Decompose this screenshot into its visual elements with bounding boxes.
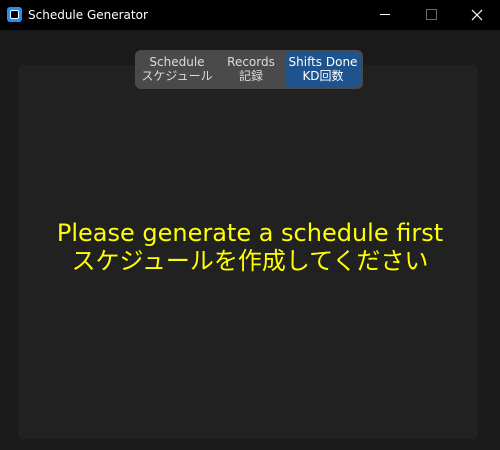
window-title: Schedule Generator [28, 8, 148, 22]
minimize-button[interactable] [362, 0, 408, 30]
tab-records-label-en: Records [227, 55, 275, 69]
tab-shifts-done-label-jp: KD回数 [302, 69, 344, 83]
tab-schedule-label-jp: スケジュール [141, 69, 213, 83]
app-window: Schedule Generator Schedule スケジュール Recor… [0, 0, 500, 450]
title-bar[interactable]: Schedule Generator [0, 0, 500, 30]
minimize-icon [380, 14, 390, 15]
app-icon [7, 7, 22, 22]
empty-state-message-jp: スケジュールを作成してください [71, 247, 429, 275]
empty-state-message: Please generate a schedule first スケジュールを… [0, 219, 500, 275]
tab-records-label-jp: 記録 [238, 69, 263, 83]
tab-selector: Schedule スケジュール Records 記録 Shifts Done K… [135, 50, 363, 89]
tab-shifts-done-label-en: Shifts Done [288, 55, 358, 69]
close-button[interactable] [454, 0, 500, 30]
tab-records[interactable]: Records 記録 [217, 52, 285, 87]
tab-schedule[interactable]: Schedule スケジュール [137, 52, 217, 87]
tab-schedule-label-en: Schedule [149, 55, 205, 69]
tab-shifts-done[interactable]: Shifts Done KD回数 [285, 52, 361, 87]
maximize-button[interactable] [408, 0, 454, 30]
close-icon [471, 9, 483, 21]
maximize-icon [426, 9, 437, 20]
empty-state-message-en: Please generate a schedule first [56, 219, 444, 247]
